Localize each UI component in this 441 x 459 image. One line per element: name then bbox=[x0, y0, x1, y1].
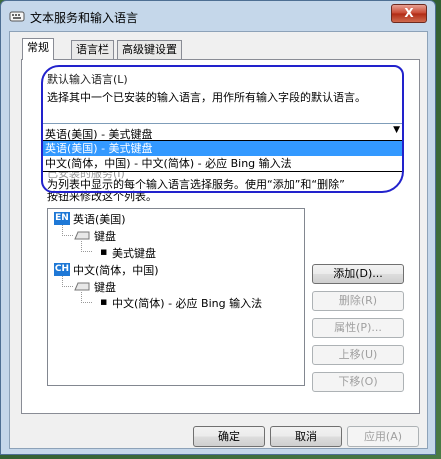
add-button[interactable]: 添加(D)... bbox=[312, 264, 404, 284]
window-title: 文本服务和输入语言 bbox=[30, 11, 139, 25]
tab-label: 高级键设置 bbox=[122, 43, 177, 56]
cancel-button[interactable]: 取消 bbox=[270, 426, 342, 447]
close-icon: X bbox=[404, 6, 414, 20]
title-bar[interactable]: 文本服务和输入语言 X bbox=[1, 1, 435, 31]
properties-button[interactable]: 属性(P)... bbox=[312, 318, 404, 338]
default-language-dropdown-list: 英语(美国) - 美式键盘 中文(简体，中国) - 中文(简体) - 必应 Bi… bbox=[41, 140, 404, 172]
default-language-description: 选择其中一个已安装的输入语言，用作所有输入字段的默认语言。 bbox=[47, 91, 366, 104]
default-language-group-label: 默认输入语言(L) bbox=[47, 73, 128, 86]
move-down-button[interactable]: 下移(O) bbox=[312, 372, 404, 392]
language-badge-ch: CH bbox=[54, 263, 70, 276]
installed-services-tree[interactable]: EN 英语(美国) 键盘 ▪ 美式键盘 CH 中文(简体，中国) 键盘 ▪ 中文… bbox=[47, 208, 305, 386]
apply-button[interactable]: 应用(A) bbox=[347, 426, 419, 447]
move-up-button[interactable]: 上移(U) bbox=[312, 345, 404, 365]
tree-connector bbox=[81, 241, 92, 252]
tree-connector bbox=[81, 292, 92, 303]
tree-item-english-us[interactable]: 英语(美国) bbox=[73, 211, 126, 227]
tree-item-bing-ime[interactable]: 中文(简体) - 必应 Bing 输入法 bbox=[112, 295, 262, 311]
tree-bullet: ▪ bbox=[100, 245, 108, 258]
dropdown-option-chinese[interactable]: 中文(简体，中国) - 中文(简体) - 必应 Bing 输入法 bbox=[42, 156, 403, 171]
tree-bullet: ▪ bbox=[100, 295, 108, 308]
remove-button[interactable]: 删除(R) bbox=[312, 291, 404, 311]
installed-services-description-line2: 按钮来修改这个列表。 bbox=[47, 190, 157, 203]
tab-general[interactable]: 常规 bbox=[22, 38, 54, 60]
dropdown-option-english[interactable]: 英语(美国) - 美式键盘 bbox=[42, 141, 403, 156]
tab-advanced-key-settings[interactable]: 高级键设置 bbox=[117, 40, 182, 59]
tree-connector bbox=[62, 225, 73, 236]
dialog-window: 文本服务和输入语言 X 常规 语言栏 高级键设置 默认输入语言(L) 选择其中一… bbox=[0, 0, 436, 455]
tree-item-keyboard[interactable]: 键盘 bbox=[94, 279, 116, 295]
keyboard-app-icon bbox=[9, 11, 25, 22]
dropdown-arrow-icon: ▼ bbox=[393, 125, 400, 135]
tree-item-keyboard[interactable]: 键盘 bbox=[94, 228, 116, 244]
tab-label: 常规 bbox=[27, 41, 49, 54]
tab-label: 语言栏 bbox=[76, 43, 109, 56]
language-badge-en: EN bbox=[54, 212, 70, 225]
keyboard-icon bbox=[74, 282, 90, 291]
tree-item-chinese-simplified[interactable]: 中文(简体，中国) bbox=[73, 262, 159, 278]
tree-item-us-keyboard[interactable]: 美式键盘 bbox=[112, 245, 156, 261]
default-language-select[interactable]: 英语(美国) - 美式键盘 ▼ bbox=[41, 123, 404, 141]
ok-button[interactable]: 确定 bbox=[193, 426, 265, 447]
close-button[interactable]: X bbox=[391, 4, 427, 23]
tab-language-bar[interactable]: 语言栏 bbox=[71, 40, 114, 59]
keyboard-icon bbox=[74, 231, 90, 240]
tree-connector bbox=[62, 276, 73, 287]
